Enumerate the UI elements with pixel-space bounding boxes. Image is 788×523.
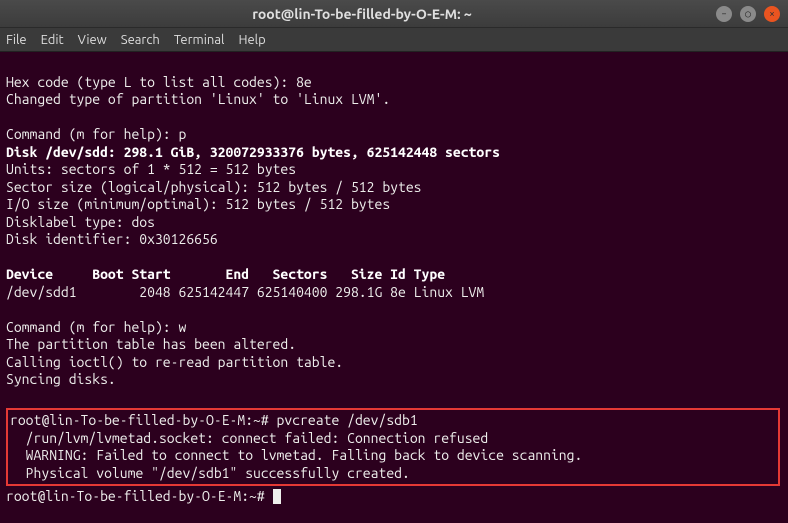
titlebar: root@lin-To-be-filled-by-O-E-M: ~ – ○ × [0,0,788,28]
terminal-table-row: /dev/sdd1 2048 625142447 625140400 298.1… [6,284,484,300]
menu-terminal[interactable]: Terminal [174,33,225,47]
maximize-button[interactable]: ○ [740,6,756,22]
menu-file[interactable]: File [6,33,27,47]
terminal-line-disk: Disk /dev/sdd: 298.1 GiB, 320072933376 b… [6,144,500,160]
terminal-line: The partition table has been altered. [6,336,296,352]
close-button[interactable]: × [764,6,780,22]
terminal-line: /run/lvm/lvmetad.socket: connect failed:… [10,430,488,446]
terminal-line: Changed type of partition 'Linux' to 'Li… [6,91,390,107]
menubar: File Edit View Search Terminal Help [0,28,788,52]
menu-search[interactable]: Search [121,33,160,47]
menu-view[interactable]: View [78,33,107,47]
terminal-line: Command (m for help): w [6,319,186,335]
terminal-line: Units: sectors of 1 * 512 = 512 bytes [6,161,296,177]
window-controls: – ○ × [716,6,780,22]
highlighted-block: root@lin-To-be-filled-by-O-E-M:~# pvcrea… [6,408,780,486]
terminal-line: Command (m for help): p [6,126,186,142]
terminal-line: Hex code (type L to list all codes): 8e [6,74,312,90]
terminal-prompt: root@lin-To-be-filled-by-O-E-M:~# [6,488,273,504]
terminal-line: Disklabel type: dos [6,214,155,230]
window-title: root@lin-To-be-filled-by-O-E-M: ~ [8,6,716,22]
terminal-table-header: Device Boot Start End Sectors Size Id Ty… [6,266,445,282]
terminal-line: Sector size (logical/physical): 512 byte… [6,179,422,195]
terminal-line: Syncing disks. [6,371,116,387]
terminal-line: WARNING: Failed to connect to lvmetad. F… [10,447,582,463]
menu-help[interactable]: Help [238,33,265,47]
cursor [273,489,281,504]
terminal-line: root@lin-To-be-filled-by-O-E-M:~# pvcrea… [10,412,418,428]
terminal-line: I/O size (minimum/optimal): 512 bytes / … [6,196,390,212]
terminal-line: Physical volume "/dev/sdb1" successfully… [10,465,410,481]
terminal-area[interactable]: Hex code (type L to list all codes): 8e … [0,52,788,510]
minimize-button[interactable]: – [716,6,732,22]
terminal-line: Calling ioctl() to re-read partition tab… [6,354,343,370]
menu-edit[interactable]: Edit [41,33,64,47]
terminal-line: Disk identifier: 0x30126656 [6,231,218,247]
